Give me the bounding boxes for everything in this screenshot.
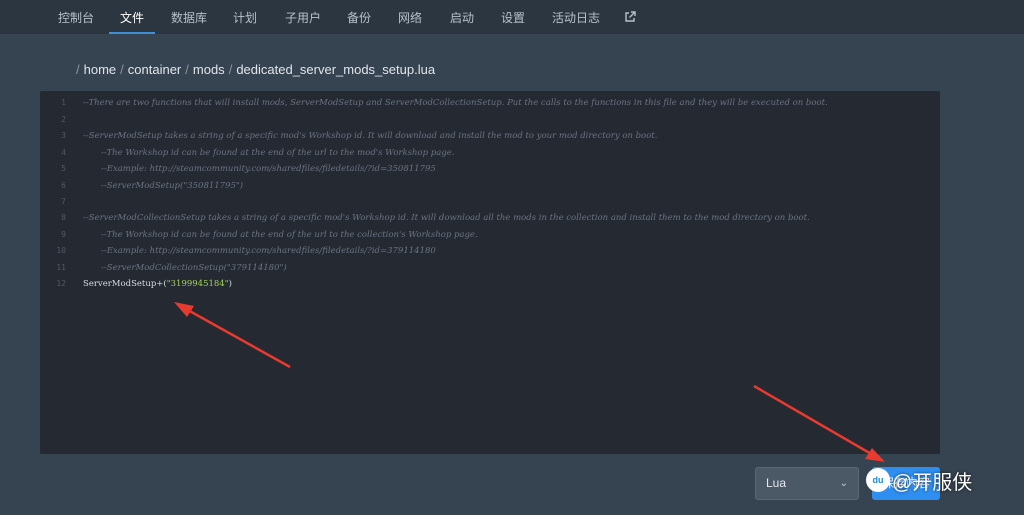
nav-item-settings[interactable]: 设置	[501, 0, 525, 34]
watermark-logo: du	[866, 468, 890, 492]
top-navigation: 控制台 文件 数据库 计划 子用户 备份 网络 启动 设置 活动日志	[0, 0, 1024, 34]
nav-item-activity-log[interactable]: 活动日志	[552, 0, 600, 34]
code-line: 5 --Example: http://steamcommunity.com/sh…	[40, 161, 940, 177]
code-line: 6 --ServerModSetup("350811795")	[40, 178, 940, 194]
nav-item-console[interactable]: 控制台	[58, 0, 94, 34]
nav-item-startup[interactable]: 启动	[450, 0, 474, 34]
breadcrumb-home[interactable]: home	[84, 62, 117, 77]
line-number: 3	[61, 131, 66, 140]
code-line: 7	[40, 194, 940, 210]
code-line: 4 --The Workshop id can be found at the e…	[40, 145, 940, 161]
nav-item-database[interactable]: 数据库	[171, 0, 207, 34]
nav-item-files[interactable]: 文件	[108, 0, 156, 34]
code-line: 11 --ServerModCollectionSetup("379114180"…	[40, 260, 940, 276]
code-string: "3199945184"	[166, 279, 229, 289]
line-number: 4	[61, 148, 66, 157]
code-editor[interactable]: 1 --There are two functions that will ins…	[40, 91, 940, 454]
code-line: 1 --There are two functions that will ins…	[40, 95, 940, 111]
breadcrumb: / home / container / mods / dedicated_server_mo…	[76, 62, 435, 82]
line-number: 2	[61, 115, 66, 124]
watermark-text: @开服侠	[892, 471, 973, 494]
code-line: 10 --Example: http://steamcommunity.com/s…	[40, 243, 940, 259]
code-text[interactable]: --There are two functions that will inst…	[83, 95, 828, 111]
line-number: 5	[61, 164, 66, 173]
breadcrumb-container[interactable]: container	[128, 62, 181, 77]
breadcrumb-separator: /	[228, 62, 233, 77]
code-text[interactable]: --ServerModCollectionSetup takes a strin…	[83, 210, 810, 226]
code-text[interactable]: --Example: http://steamcommunity.com/sha…	[83, 161, 436, 177]
nav-item-schedules[interactable]: 计划	[233, 0, 257, 34]
code-text[interactable]: ServerModSetup+("3199945184")	[83, 276, 232, 292]
chevron-down-icon: ⌄	[839, 478, 848, 489]
code-text[interactable]: --ServerModSetup("350811795")	[83, 178, 243, 194]
line-number: 9	[61, 230, 66, 239]
breadcrumb-current-file: dedicated_server_mods_setup.lua	[236, 62, 436, 77]
language-select[interactable]: Lua ⌄	[755, 467, 859, 500]
code-line: 3 --ServerModSetup takes a string of a sp…	[40, 128, 940, 144]
breadcrumb-separator: /	[185, 62, 189, 77]
code-text[interactable]: --ServerModCollectionSetup("379114180")	[83, 260, 287, 276]
code-text[interactable]: --ServerModSetup takes a string of a spe…	[83, 128, 657, 144]
breadcrumb-separator: /	[120, 62, 124, 77]
line-number: 6	[61, 181, 66, 190]
code-line: 8 --ServerModCollectionSetup takes a stri…	[40, 210, 940, 226]
code-text[interactable]: --The Workshop id can be found at the en…	[83, 145, 454, 161]
code-line: 9 --The Workshop id can be found at the e…	[40, 227, 940, 243]
code-line: 2	[40, 112, 940, 128]
external-link-icon[interactable]	[624, 0, 636, 34]
breadcrumb-mods[interactable]: mods	[193, 62, 225, 77]
breadcrumb-separator: /	[76, 62, 80, 77]
nav-item-backups[interactable]: 备份	[347, 0, 371, 34]
code-text[interactable]: --Example: http://steamcommunity.com/sha…	[83, 243, 436, 259]
line-number: 1	[61, 98, 66, 107]
language-value: Lua	[766, 476, 787, 490]
line-number: 12	[56, 279, 66, 288]
watermark: du @开服侠	[866, 463, 1016, 497]
code-paren: )	[228, 279, 232, 289]
code-function-name: ServerModSetup	[83, 279, 157, 289]
code-line: 12 ServerModSetup+("3199945184")	[40, 276, 940, 292]
nav-item-network[interactable]: 网络	[398, 0, 422, 34]
line-number: 11	[56, 263, 66, 272]
code-text[interactable]: --The Workshop id can be found at the en…	[83, 227, 478, 243]
line-number: 7	[61, 197, 66, 206]
line-number: 8	[61, 213, 66, 222]
nav-item-subusers[interactable]: 子用户	[285, 0, 321, 34]
line-number: 10	[56, 246, 66, 255]
